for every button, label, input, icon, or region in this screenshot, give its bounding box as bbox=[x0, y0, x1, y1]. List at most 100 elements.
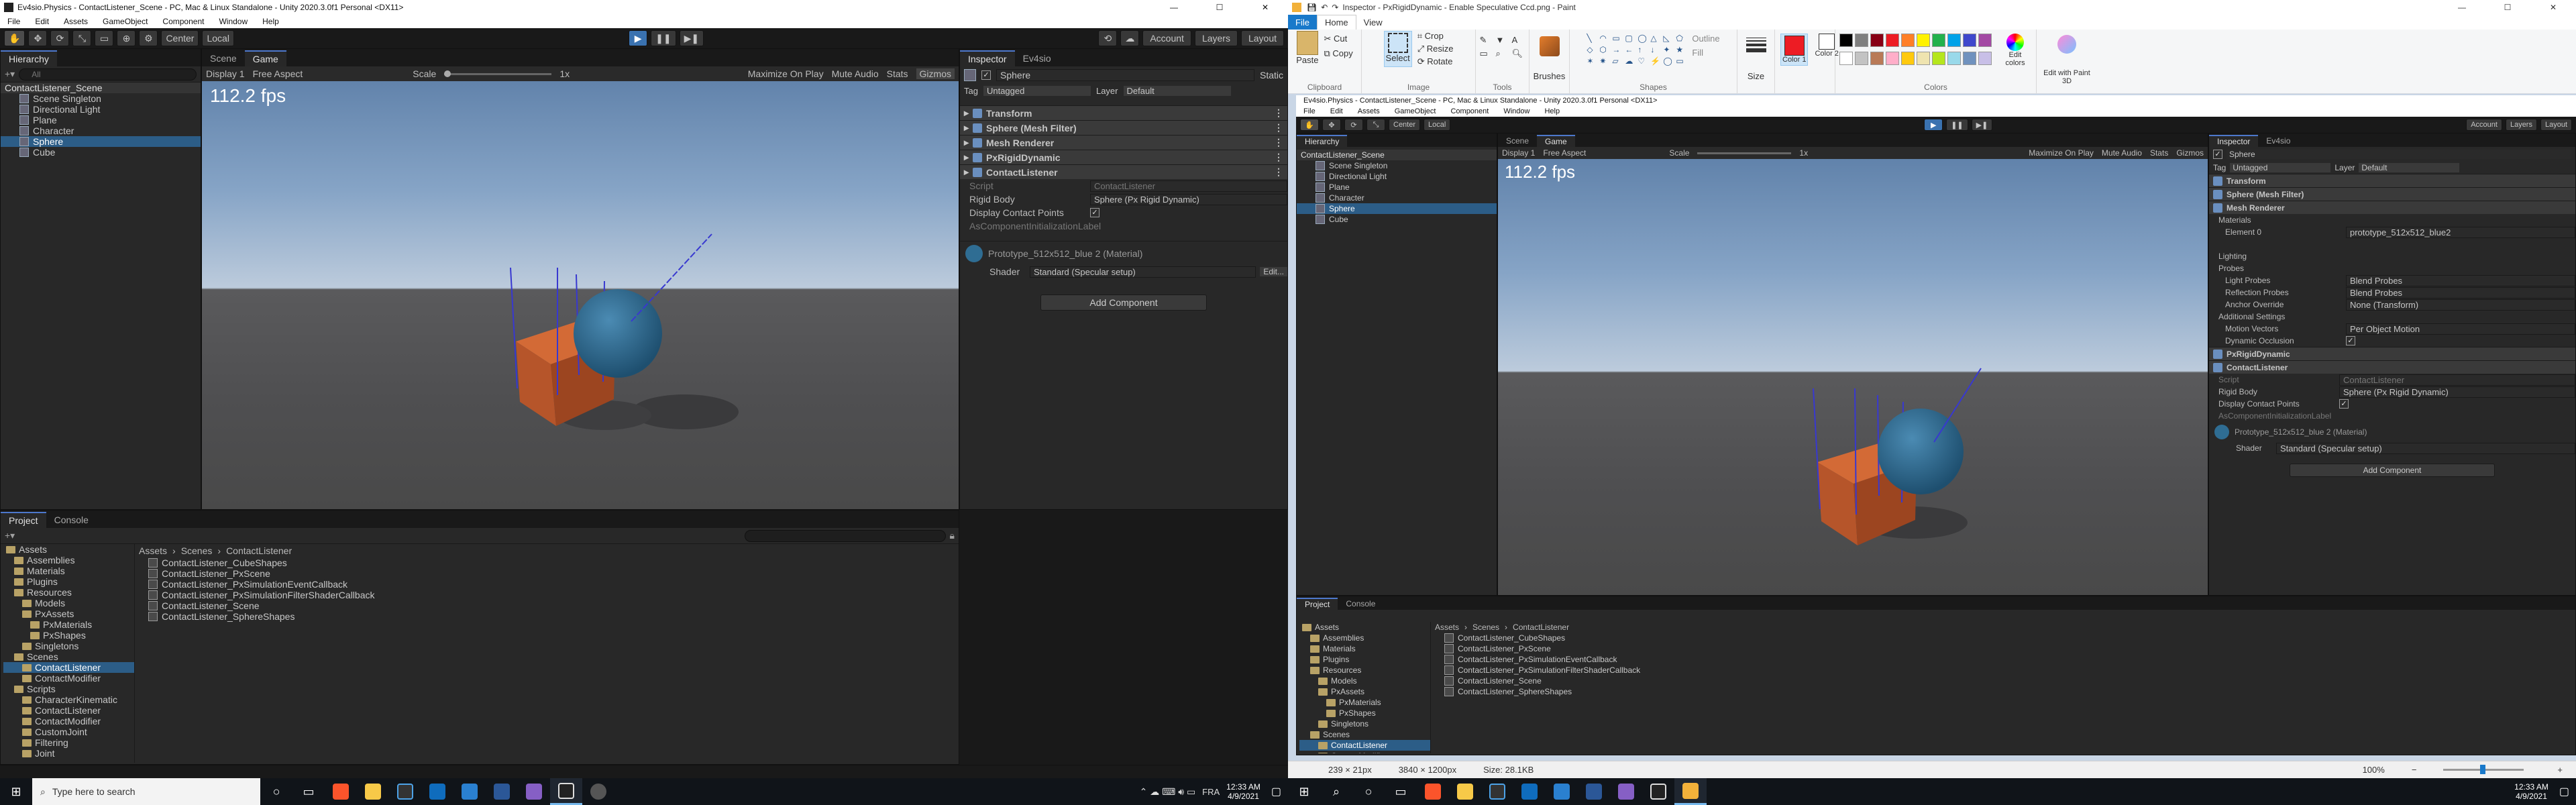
folder-item[interactable]: ContactListener bbox=[1299, 740, 1430, 751]
component-header[interactable]: ▸ Transform ⋮ bbox=[960, 105, 1287, 120]
outline-dropdown[interactable]: Outline bbox=[1692, 34, 1719, 44]
close-button[interactable]: ✕ bbox=[1242, 0, 1288, 15]
paint-taskbar-icon[interactable] bbox=[1674, 778, 1707, 805]
select-button[interactable]: Select bbox=[1386, 53, 1410, 63]
palette-swatch[interactable] bbox=[1978, 34, 1992, 47]
asset-item[interactable]: ContactListener_CubeShapes bbox=[148, 557, 959, 568]
hierarchy-item[interactable]: Character bbox=[1297, 193, 1497, 203]
start-icon-right[interactable]: ⊞ bbox=[1288, 778, 1320, 805]
brushes-button[interactable]: Brushes bbox=[1534, 71, 1566, 93]
hierarchy-item[interactable]: Plane bbox=[1297, 182, 1497, 193]
menu-component[interactable]: Component bbox=[155, 17, 211, 26]
clock-right[interactable]: 12:33 AM 4/9/2021 bbox=[2514, 782, 2548, 801]
app-icon-right[interactable] bbox=[1546, 778, 1578, 805]
redo-icon[interactable]: ↷ bbox=[1332, 3, 1338, 12]
color2-swatch[interactable] bbox=[1819, 34, 1835, 50]
word-icon-right[interactable] bbox=[1578, 778, 1610, 805]
asset-item[interactable]: ContactListener_SphereShapes bbox=[148, 611, 959, 622]
pivot-local-button[interactable]: Local bbox=[202, 30, 234, 46]
unity-taskbar-icon-right[interactable] bbox=[1642, 778, 1674, 805]
folder-item[interactable]: Joint bbox=[3, 748, 134, 759]
taskbar-search-input[interactable]: ⌕ Type here to search bbox=[32, 778, 260, 805]
tab-ev4sio[interactable]: Ev4sio bbox=[1015, 50, 1059, 66]
zoom-slider[interactable] bbox=[2443, 765, 2524, 774]
custom-tool-button[interactable]: ⚙ bbox=[139, 30, 158, 46]
task-view-icon-right[interactable]: ▭ bbox=[1385, 778, 1417, 805]
property-value[interactable]: Sphere (Px Rigid Dynamic) bbox=[1090, 193, 1287, 205]
menu-gameobject[interactable]: GameObject bbox=[95, 17, 155, 26]
folder-item[interactable]: Assemblies bbox=[3, 555, 134, 566]
menu-file[interactable]: File bbox=[1296, 107, 1323, 115]
menu-component[interactable]: Component bbox=[1443, 107, 1496, 115]
palette-swatch[interactable] bbox=[1932, 51, 1945, 65]
menu-edit[interactable]: Edit bbox=[28, 17, 56, 26]
language-indicator[interactable]: FRA bbox=[1202, 787, 1220, 797]
paste-button[interactable]: Paste bbox=[1296, 55, 1318, 65]
hand-tool-button[interactable]: ✋ bbox=[4, 30, 25, 46]
menu-file[interactable]: File bbox=[0, 17, 28, 26]
hierarchy-scene-root[interactable]: ContactListener_Scene bbox=[1, 83, 201, 93]
paint-maximize-button[interactable]: ☐ bbox=[2485, 0, 2530, 15]
menu-window[interactable]: Window bbox=[1496, 107, 1537, 115]
folder-item[interactable]: Plugins bbox=[3, 576, 134, 587]
folder-item[interactable]: CustomJoint bbox=[3, 727, 134, 737]
menu-assets[interactable]: Assets bbox=[56, 17, 95, 26]
component-menu-icon[interactable]: ⋮ bbox=[1274, 166, 1283, 178]
breadcrumb-item[interactable]: ContactListener bbox=[226, 545, 292, 556]
hierarchy-item[interactable]: Cube bbox=[1297, 214, 1497, 225]
folder-item[interactable]: Materials bbox=[3, 566, 134, 576]
mail-icon[interactable] bbox=[421, 778, 453, 805]
store-icon-right[interactable] bbox=[1481, 778, 1513, 805]
hierarchy-item[interactable]: Sphere bbox=[1, 136, 201, 147]
breadcrumb-item[interactable]: Scenes bbox=[1472, 623, 1499, 632]
edit-with-paint3d-button[interactable]: Edit with Paint 3D bbox=[2042, 69, 2092, 93]
explorer-icon-right[interactable] bbox=[1449, 778, 1481, 805]
folder-item[interactable]: Resources bbox=[1299, 665, 1430, 676]
hierarchy-item[interactable]: Directional Light bbox=[1297, 171, 1497, 182]
breadcrumb-item[interactable]: Scenes bbox=[181, 545, 213, 556]
static-toggle[interactable]: Static bbox=[1260, 70, 1283, 80]
asset-item[interactable]: ContactListener_Scene bbox=[148, 600, 959, 611]
folder-item[interactable]: Resources bbox=[3, 587, 134, 598]
crop-button[interactable]: ⌗ Crop bbox=[1417, 31, 1454, 42]
tray-icons[interactable]: ⌃ ☁ ⌨ 🔊︎ ▭ bbox=[1140, 786, 1196, 798]
folder-item[interactable]: Scenes bbox=[3, 651, 134, 662]
asset-item[interactable]: ContactListener_CubeShapes bbox=[1444, 633, 2575, 643]
palette-swatch[interactable] bbox=[1901, 51, 1915, 65]
component-header[interactable]: ▸ Mesh Renderer ⋮ bbox=[960, 135, 1287, 150]
component-header[interactable]: ▸ PxRigidDynamic ⋮ bbox=[960, 150, 1287, 164]
breadcrumb-item[interactable]: ContactListener bbox=[1513, 623, 1569, 632]
asset-item[interactable]: ContactListener_Scene bbox=[1444, 676, 2575, 686]
cortana-icon[interactable]: ○ bbox=[260, 778, 292, 805]
game-view[interactable]: Display 1 Free Aspect Scale 1x Maximize … bbox=[202, 66, 959, 509]
folder-item[interactable]: Scenes bbox=[1299, 729, 1430, 740]
menu-assets[interactable]: Assets bbox=[1350, 107, 1387, 115]
maximize-button[interactable]: ☐ bbox=[1197, 0, 1242, 15]
property-value[interactable]: ContactListener bbox=[1090, 180, 1287, 192]
hierarchy-search-input[interactable]: All bbox=[19, 68, 197, 80]
cortana-icon-right[interactable]: ○ bbox=[1352, 778, 1385, 805]
layers-dropdown[interactable]: Layers bbox=[1194, 30, 1238, 46]
pencil-icon[interactable]: ✎ bbox=[1480, 35, 1493, 46]
folder-item[interactable]: ContactModifier bbox=[3, 716, 134, 727]
folder-item[interactable]: Models bbox=[3, 598, 134, 608]
palette-swatch[interactable] bbox=[1963, 34, 1976, 47]
paint-close-button[interactable]: ✕ bbox=[2530, 0, 2576, 15]
undo-icon[interactable]: ↶ bbox=[1321, 3, 1328, 12]
tab-inspector[interactable]: Inspector bbox=[960, 50, 1015, 66]
component-menu-icon[interactable]: ⋮ bbox=[1274, 107, 1283, 119]
palette-swatch[interactable] bbox=[1947, 51, 1961, 65]
hierarchy-item[interactable]: Sphere bbox=[1297, 203, 1497, 214]
folder-item[interactable]: Materials bbox=[1299, 643, 1430, 654]
zoom-in-button[interactable]: + bbox=[2557, 765, 2563, 775]
tab-view[interactable]: View bbox=[1356, 17, 1390, 28]
add-icon[interactable]: +▾ bbox=[5, 68, 15, 80]
tag-dropdown[interactable]: Untagged bbox=[983, 85, 1091, 96]
folder-item[interactable]: Singletons bbox=[3, 641, 134, 651]
explorer-icon[interactable] bbox=[357, 778, 389, 805]
property-checkbox[interactable]: ✓ bbox=[1090, 208, 1099, 217]
component-menu-icon[interactable]: ⋮ bbox=[1274, 152, 1283, 163]
asset-item[interactable]: ContactListener_PxSimulationFilterShader… bbox=[148, 590, 959, 600]
rotate-button[interactable]: ⟳ Rotate bbox=[1417, 56, 1454, 67]
folder-item[interactable]: ContactModifier bbox=[1299, 751, 1430, 753]
